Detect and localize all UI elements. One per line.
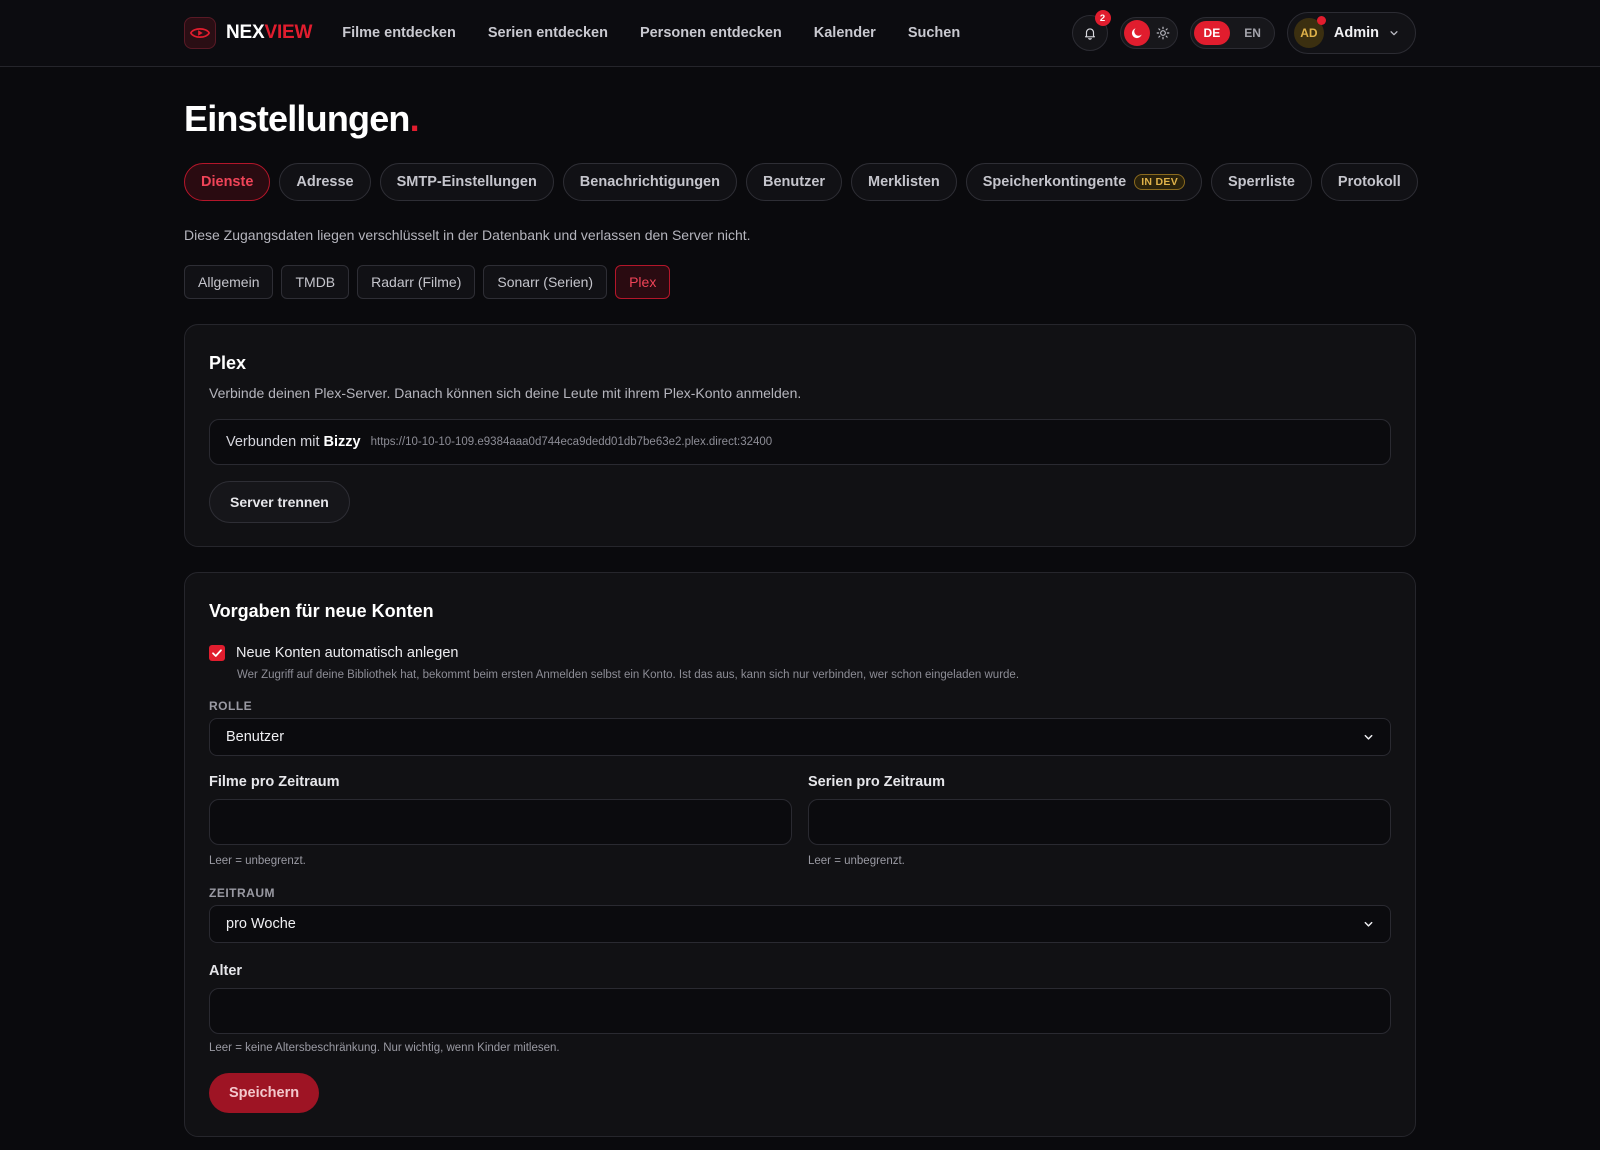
page-title-text: Einstellungen <box>184 98 410 139</box>
movies-per-period-input[interactable] <box>209 799 792 845</box>
subtab-radarr[interactable]: Radarr (Filme) <box>357 265 476 299</box>
checkmark-icon <box>212 649 222 657</box>
age-input[interactable] <box>209 988 1391 1034</box>
tab-smtp-settings[interactable]: SMTP-Einstellungen <box>379 163 554 201</box>
period-select[interactable]: pro Woche <box>209 905 1391 943</box>
main-nav: Filme entdecken Serien entdecken Persone… <box>342 25 960 41</box>
auto-create-accounts-row: Neue Konten automatisch anlegen <box>209 645 459 661</box>
settings-tabs: Dienste Adresse SMTP-Einstellungen Benac… <box>184 163 1418 201</box>
tab-label: Protokoll <box>1337 174 1401 190</box>
save-button[interactable]: Speichern <box>209 1073 320 1113</box>
brand-name: NEXVIEW <box>226 22 312 44</box>
user-status-dot <box>1316 16 1326 25</box>
brand-name-part2: VIEW <box>264 22 313 43</box>
connected-server-url: https://10-10-10-109.e9384aaa0d744eca9de… <box>370 436 773 448</box>
chevron-down-icon <box>1364 921 1373 927</box>
connected-prefix: Verbunden mit <box>226 434 320 450</box>
auto-create-accounts-label[interactable]: Neue Konten automatisch anlegen <box>236 645 459 661</box>
series-per-period-help: Leer = unbegrenzt. <box>808 855 905 867</box>
subtab-tmdb[interactable]: TMDB <box>281 265 350 299</box>
role-label: ROLLE <box>209 699 253 713</box>
plex-connection-status: Verbunden mit Bizzy https://10-10-10-109… <box>209 419 1391 465</box>
age-help: Leer = keine Altersbeschränkung. Nur wic… <box>209 1042 560 1054</box>
period-select-value: pro Woche <box>226 916 296 932</box>
series-per-period-input[interactable] <box>808 799 1391 845</box>
tab-label: Sperrliste <box>1228 174 1295 190</box>
bell-icon <box>1084 28 1095 40</box>
movies-per-period-help: Leer = unbegrenzt. <box>209 855 306 867</box>
tab-storage-quotas[interactable]: Speicherkontingente IN DEV <box>965 163 1202 201</box>
tab-address[interactable]: Adresse <box>279 163 371 201</box>
auto-create-accounts-help: Wer Zugriff auf deine Bibliothek hat, be… <box>237 669 1020 681</box>
plex-card-description: Verbinde deinen Plex-Server. Danach könn… <box>209 385 802 401</box>
tab-label: Speicherkontingente <box>982 174 1127 190</box>
nav-link-discover-movies[interactable]: Filme entdecken <box>342 25 456 41</box>
auto-create-accounts-checkbox[interactable] <box>209 645 225 661</box>
new-account-defaults-card: Vorgaben für neue Konten Neue Konten aut… <box>184 572 1416 1137</box>
brand-logo[interactable]: NEXVIEW <box>184 17 312 49</box>
role-select[interactable]: Benutzer <box>209 718 1391 756</box>
defaults-card-title: Vorgaben für neue Konten <box>209 601 434 621</box>
connected-server-name: Bizzy <box>323 434 361 450</box>
in-dev-badge: IN DEV <box>1134 174 1185 190</box>
service-subtabs: Allgemein TMDB Radarr (Filme) Sonarr (Se… <box>184 265 671 299</box>
series-per-period-label: Serien pro Zeitraum <box>808 774 945 790</box>
nav-link-discover-series[interactable]: Serien entdecken <box>488 25 608 41</box>
tab-label: Dienste <box>201 174 254 190</box>
tab-blocklist[interactable]: Sperrliste <box>1211 163 1312 201</box>
language-option-en[interactable]: EN <box>1234 21 1271 45</box>
chevron-down-icon <box>1364 734 1373 740</box>
eye-logo-icon <box>184 17 216 49</box>
connection-label: Verbunden mit Bizzy <box>226 434 361 450</box>
nav-right-group: 2 DE EN AD Admin <box>1071 10 1416 54</box>
nav-link-discover-people[interactable]: Personen entdecken <box>640 25 782 41</box>
nav-link-search[interactable]: Suchen <box>908 25 960 41</box>
tab-log[interactable]: Protokoll <box>1320 163 1418 201</box>
tab-notifications[interactable]: Benachrichtigungen <box>562 163 737 201</box>
user-menu-button[interactable]: AD Admin <box>1286 12 1416 54</box>
notification-count-badge: 2 <box>1094 10 1111 26</box>
page-title-dot: . <box>409 98 420 139</box>
theme-toggle[interactable] <box>1119 17 1178 49</box>
tab-label: Adresse <box>296 174 354 190</box>
language-option-de[interactable]: DE <box>1193 21 1231 45</box>
age-label: Alter <box>209 963 243 979</box>
language-switcher: DE EN <box>1189 17 1275 49</box>
tab-label: Benutzer <box>762 174 826 190</box>
credentials-info-text: Diese Zugangsdaten liegen verschlüsselt … <box>184 227 751 243</box>
tab-watchlists[interactable]: Merklisten <box>851 163 957 201</box>
page-title: Einstellungen. <box>184 98 420 140</box>
subtab-general[interactable]: Allgemein <box>184 265 274 299</box>
chevron-down-icon <box>1390 31 1398 36</box>
plex-card-title: Plex <box>209 353 247 373</box>
subtab-plex[interactable]: Plex <box>615 265 671 299</box>
user-name: Admin <box>1333 25 1379 41</box>
role-select-value: Benutzer <box>226 729 285 745</box>
plex-card: Plex Verbinde deinen Plex-Server. Danach… <box>184 324 1416 547</box>
sun-icon[interactable] <box>1156 26 1170 40</box>
tab-label: Merklisten <box>868 174 940 190</box>
tab-services[interactable]: Dienste <box>184 163 271 201</box>
navbar-inner: NEXVIEW Filme entdecken Serien entdecken… <box>184 0 1416 66</box>
period-label: ZEITRAUM <box>209 886 275 900</box>
notifications-button[interactable]: 2 <box>1071 10 1111 51</box>
disconnect-server-button[interactable]: Server trennen <box>209 481 350 523</box>
subtab-sonarr[interactable]: Sonarr (Serien) <box>483 265 608 299</box>
top-navbar: NEXVIEW Filme entdecken Serien entdecken… <box>0 0 1600 67</box>
tab-users[interactable]: Benutzer <box>745 163 843 201</box>
movies-per-period-label: Filme pro Zeitraum <box>209 774 340 790</box>
tab-label: SMTP-Einstellungen <box>396 174 537 190</box>
brand-name-part1: NEX <box>226 22 265 43</box>
moon-icon[interactable] <box>1123 20 1150 46</box>
nav-link-calendar[interactable]: Kalender <box>814 25 876 41</box>
tab-label: Benachrichtigungen <box>579 174 720 190</box>
